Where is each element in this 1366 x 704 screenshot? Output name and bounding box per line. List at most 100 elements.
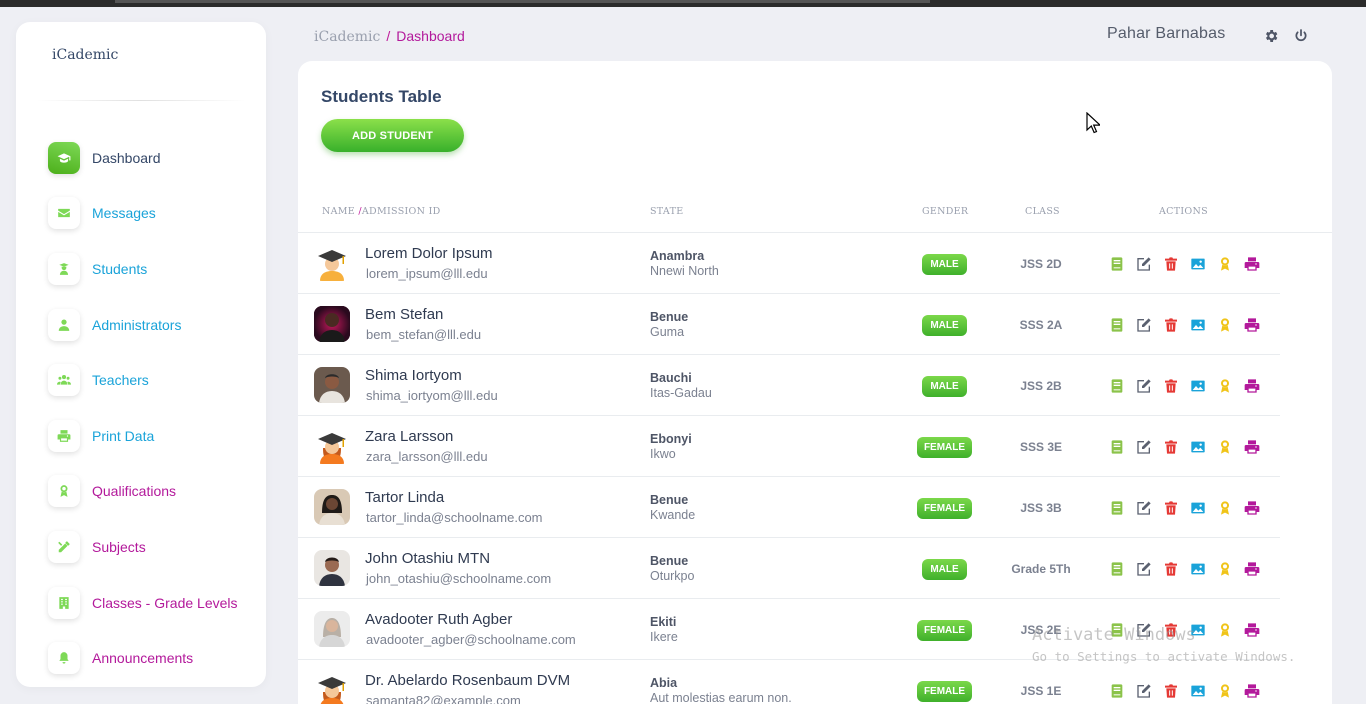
- power-icon[interactable]: [1293, 28, 1309, 44]
- row-action-trash[interactable]: [1162, 316, 1180, 334]
- row-action-image[interactable]: [1189, 560, 1207, 578]
- sidebar-item-announcements[interactable]: Announcements: [48, 630, 258, 686]
- envelope-icon: [58, 209, 70, 218]
- student-name[interactable]: Avadooter Ruth Agber: [365, 611, 512, 628]
- sidebar-item-subjects[interactable]: Subjects: [48, 519, 258, 575]
- row-action-award[interactable]: [1216, 499, 1234, 517]
- row-action-trash[interactable]: [1162, 255, 1180, 273]
- student-name[interactable]: Dr. Abelardo Rosenbaum DVM: [365, 672, 570, 689]
- row-action-book[interactable]: [1108, 438, 1126, 456]
- user-name[interactable]: Pahar Barnabas: [1107, 25, 1225, 43]
- row-action-award[interactable]: [1216, 438, 1234, 456]
- sidebar-icon-box: [48, 642, 80, 675]
- trash-icon: [1165, 379, 1177, 393]
- row-action-edit[interactable]: [1135, 255, 1153, 273]
- row-action-image[interactable]: [1189, 316, 1207, 334]
- row-action-trash[interactable]: [1162, 438, 1180, 456]
- row-action-image[interactable]: [1189, 621, 1207, 639]
- row-action-image[interactable]: [1189, 377, 1207, 395]
- image-icon: [1191, 319, 1205, 331]
- row-action-award[interactable]: [1216, 621, 1234, 639]
- printer-icon: [57, 429, 71, 442]
- row-action-book[interactable]: [1108, 316, 1126, 334]
- sidebar-item-label: Subjects: [92, 538, 146, 555]
- row-action-trash[interactable]: [1162, 377, 1180, 395]
- student-name[interactable]: Tartor Linda: [365, 489, 444, 506]
- row-action-book[interactable]: [1108, 499, 1126, 517]
- image-icon: [1191, 502, 1205, 514]
- column-header-state[interactable]: STATE: [650, 206, 683, 217]
- row-action-image[interactable]: [1189, 682, 1207, 700]
- row-action-book[interactable]: [1108, 621, 1126, 639]
- printer-icon: [1244, 379, 1260, 393]
- row-action-edit[interactable]: [1135, 560, 1153, 578]
- gender-badge: FEMALE: [917, 620, 972, 641]
- sidebar-item-dashboard[interactable]: Dashboard: [48, 130, 258, 186]
- row-action-trash[interactable]: [1162, 682, 1180, 700]
- row-action-printer[interactable]: [1243, 438, 1261, 456]
- row-action-award[interactable]: [1216, 377, 1234, 395]
- row-action-book[interactable]: [1108, 682, 1126, 700]
- row-action-printer[interactable]: [1243, 682, 1261, 700]
- row-action-edit[interactable]: [1135, 621, 1153, 639]
- row-action-printer[interactable]: [1243, 560, 1261, 578]
- student-state: Bauchi: [650, 371, 692, 385]
- row-action-printer[interactable]: [1243, 499, 1261, 517]
- row-action-book[interactable]: [1108, 560, 1126, 578]
- sidebar-item-label: Messages: [92, 205, 156, 222]
- row-action-edit[interactable]: [1135, 316, 1153, 334]
- row-action-printer[interactable]: [1243, 255, 1261, 273]
- book-icon: [1111, 501, 1123, 515]
- sidebar-item-classes-grade-levels[interactable]: Classes - Grade Levels: [48, 575, 258, 631]
- row-action-image[interactable]: [1189, 255, 1207, 273]
- row-action-edit[interactable]: [1135, 377, 1153, 395]
- avatar: [314, 550, 350, 586]
- award-icon: [1221, 623, 1229, 637]
- edit-icon: [1137, 501, 1151, 515]
- row-action-edit[interactable]: [1135, 682, 1153, 700]
- row-action-trash[interactable]: [1162, 621, 1180, 639]
- add-student-button[interactable]: ADD STUDENT: [321, 119, 464, 152]
- student-state: Ekiti: [650, 615, 677, 629]
- sidebar-item-print-data[interactable]: Print Data: [48, 408, 258, 464]
- image-icon: [1191, 685, 1205, 697]
- row-action-printer[interactable]: [1243, 621, 1261, 639]
- breadcrumb-root[interactable]: iCademic: [314, 29, 380, 45]
- edit-icon: [1137, 257, 1151, 271]
- row-action-award[interactable]: [1216, 316, 1234, 334]
- row-action-edit[interactable]: [1135, 499, 1153, 517]
- row-action-trash[interactable]: [1162, 499, 1180, 517]
- gear-icon[interactable]: [1263, 28, 1279, 44]
- student-name[interactable]: John Otashiu MTN: [365, 550, 490, 567]
- student-name[interactable]: Bem Stefan: [365, 306, 443, 323]
- sidebar-item-teachers[interactable]: Teachers: [48, 352, 258, 408]
- table-row: Shima Iortyom shima_iortyom@lll.edu Bauc…: [298, 355, 1280, 416]
- sidebar-item-students[interactable]: Students: [48, 241, 258, 297]
- row-action-printer[interactable]: [1243, 377, 1261, 395]
- column-header-actions: ACTIONS: [1159, 206, 1208, 217]
- student-name[interactable]: Shima Iortyom: [365, 367, 462, 384]
- sidebar-item-messages[interactable]: Messages: [48, 186, 258, 242]
- row-action-trash[interactable]: [1162, 560, 1180, 578]
- student-email: lorem_ipsum@lll.edu: [366, 266, 488, 281]
- row-action-award[interactable]: [1216, 255, 1234, 273]
- column-header-gender[interactable]: GENDER: [922, 206, 968, 217]
- row-action-edit[interactable]: [1135, 438, 1153, 456]
- sidebar-item-qualifications[interactable]: Qualifications: [48, 464, 258, 520]
- row-action-image[interactable]: [1189, 438, 1207, 456]
- student-email: zara_larsson@lll.edu: [366, 449, 488, 464]
- student-name[interactable]: Zara Larsson: [365, 428, 453, 445]
- row-action-award[interactable]: [1216, 560, 1234, 578]
- row-action-book[interactable]: [1108, 377, 1126, 395]
- trash-icon: [1165, 623, 1177, 637]
- row-action-book[interactable]: [1108, 255, 1126, 273]
- student-state: Benue: [650, 310, 689, 324]
- sidebar-item-administrators[interactable]: Administrators: [48, 297, 258, 353]
- column-header-name[interactable]: NAME /ADMISSION ID: [322, 206, 441, 217]
- row-action-award[interactable]: [1216, 682, 1234, 700]
- row-action-printer[interactable]: [1243, 316, 1261, 334]
- column-header-class[interactable]: CLASS: [1025, 206, 1060, 217]
- student-name[interactable]: Lorem Dolor Ipsum: [365, 245, 493, 262]
- student-email: tartor_linda@schoolname.com: [366, 510, 543, 525]
- row-action-image[interactable]: [1189, 499, 1207, 517]
